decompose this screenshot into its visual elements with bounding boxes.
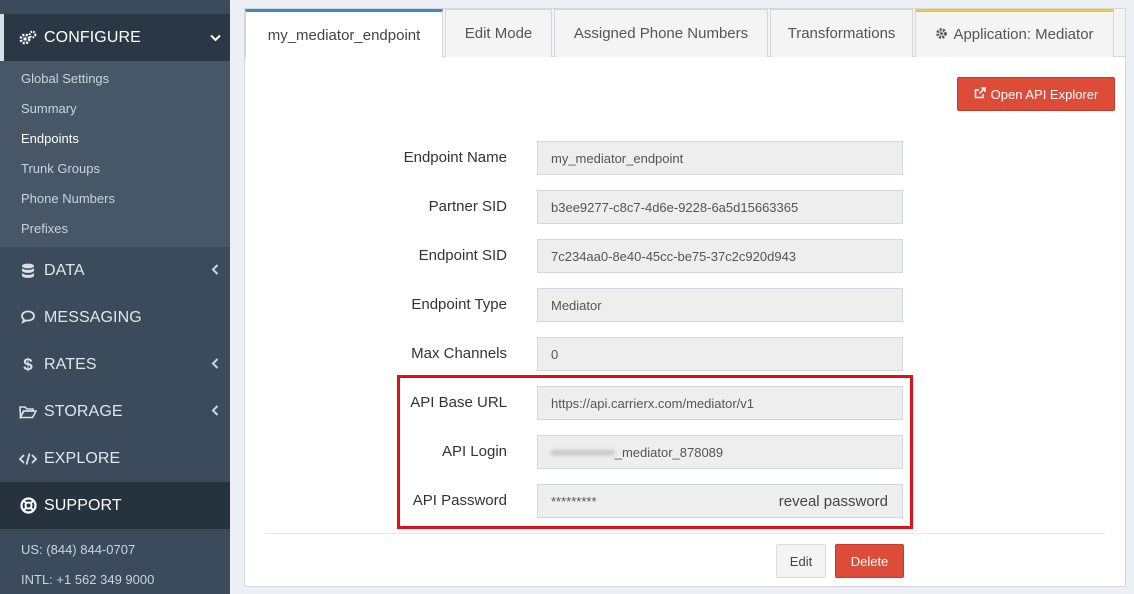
tab-label: Assigned Phone Numbers (573, 25, 749, 42)
chevron-down-icon (200, 30, 230, 45)
gear-icon (935, 27, 948, 43)
menu-messaging-label: MESSAGING (44, 308, 142, 326)
folder-open-icon (18, 402, 38, 422)
endpoint-name-label: Endpoint Name (403, 149, 507, 166)
sidebar: CONFIGURE Global Settings Summary Endpoi… (0, 0, 230, 594)
sidebar-item-phone-numbers[interactable]: Phone Numbers (0, 184, 230, 214)
dollar-icon: $ (23, 354, 33, 374)
partner-sid-value: b3ee9277-c8c7-4d6e-9228-6a5d15663365 (551, 199, 799, 215)
sidebar-item-summary[interactable]: Summary (0, 94, 230, 124)
tab-label: Application: Mediator (953, 26, 1094, 43)
life-ring-icon (18, 496, 38, 516)
sidebar-item-trunk-groups[interactable]: Trunk Groups (0, 154, 230, 184)
tab-label: Edit Mode (464, 25, 533, 42)
partner-sid-field[interactable]: b3ee9277-c8c7-4d6e-9228-6a5d15663365 (537, 190, 903, 224)
tab-transformations[interactable]: Transformations (770, 9, 913, 57)
menu-support-label: SUPPORT (44, 496, 122, 514)
endpoint-panel: my_mediator_endpoint Edit Mode Assigned … (244, 8, 1126, 587)
chevron-left-icon (200, 404, 230, 419)
support-phone-us: US: (844) 844-0707 (21, 542, 136, 557)
chevron-left-icon (200, 263, 230, 278)
menu-data-label: DATA (44, 261, 85, 279)
support-phone-intl: INTL: +1 562 349 9000 (21, 572, 155, 587)
sidebar-item-prefixes[interactable]: Prefixes (0, 214, 230, 244)
endpoint-type-label: Endpoint Type (411, 296, 507, 313)
edit-button[interactable]: Edit (776, 544, 826, 578)
open-api-explorer-button[interactable]: Open API Explorer (957, 77, 1115, 111)
endpoint-sid-label: Endpoint SID (418, 247, 507, 264)
max-channels-label: Max Channels (411, 345, 507, 362)
configure-submenu: Global Settings Summary Endpoints Trunk … (0, 61, 230, 247)
tab-my-mediator-endpoint[interactable]: my_mediator_endpoint (245, 9, 443, 58)
endpoint-type-field[interactable]: Mediator (537, 288, 903, 322)
menu-messaging[interactable]: MESSAGING (0, 294, 230, 341)
sidebar-item-global-settings[interactable]: Global Settings (0, 64, 230, 94)
menu-storage[interactable]: STORAGE (0, 388, 230, 435)
menu-explore[interactable]: EXPLORE (0, 435, 230, 482)
support-info: US: (844) 844-0707 INTL: +1 562 349 9000 (0, 529, 230, 594)
menu-configure[interactable]: CONFIGURE (0, 14, 230, 61)
tab-assigned-phone-numbers[interactable]: Assigned Phone Numbers (554, 9, 768, 57)
menu-storage-label: STORAGE (44, 402, 123, 420)
menu-data[interactable]: DATA (0, 247, 230, 294)
chevron-left-icon (200, 357, 230, 372)
footer-divider (265, 533, 1105, 534)
endpoint-sid-value: 7c234aa0-8e40-45cc-be75-37c2c920d943 (551, 248, 797, 264)
tab-label: my_mediator_endpoint (267, 26, 421, 44)
gears-icon (18, 28, 38, 48)
delete-button[interactable]: Delete (835, 544, 904, 578)
api-credentials-highlight (397, 375, 913, 529)
comments-icon (18, 308, 38, 328)
tab-edit-mode[interactable]: Edit Mode (445, 9, 552, 57)
endpoint-sid-field[interactable]: 7c234aa0-8e40-45cc-be75-37c2c920d943 (537, 239, 903, 273)
menu-rates[interactable]: $ RATES (0, 341, 230, 388)
menu-support[interactable]: SUPPORT (0, 482, 230, 529)
external-link-icon (974, 86, 986, 102)
menu-explore-label: EXPLORE (44, 449, 121, 467)
max-channels-field[interactable]: 0 (537, 337, 903, 371)
open-api-explorer-label: Open API Explorer (990, 86, 1099, 102)
sidebar-item-endpoints[interactable]: Endpoints (0, 124, 230, 154)
tab-label: Transformations (787, 25, 896, 42)
partner-sid-label: Partner SID (428, 198, 507, 215)
menu-rates-label: RATES (44, 355, 97, 373)
max-channels-value: 0 (551, 346, 559, 362)
endpoint-type-value: Mediator (551, 297, 602, 313)
endpoint-name-field[interactable]: my_mediator_endpoint (537, 141, 903, 175)
menu-configure-label: CONFIGURE (44, 28, 141, 46)
database-icon (18, 261, 38, 281)
endpoint-name-value: my_mediator_endpoint (551, 150, 684, 166)
code-icon (18, 449, 38, 469)
tab-application-mediator[interactable]: Application: Mediator (915, 9, 1114, 57)
tab-bar: my_mediator_endpoint Edit Mode Assigned … (245, 9, 1125, 58)
